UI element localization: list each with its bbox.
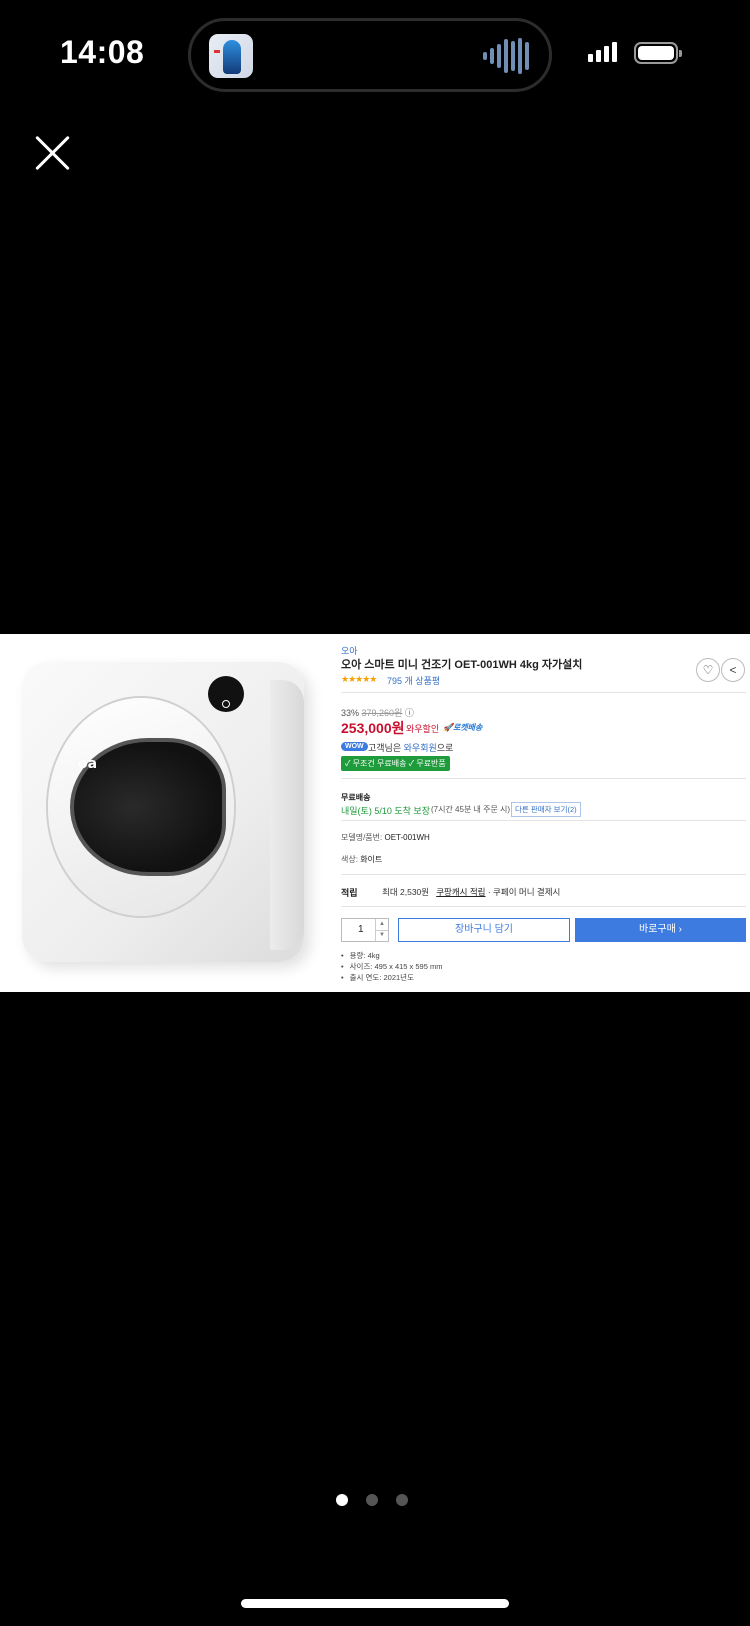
share-icon[interactable]: < (721, 658, 745, 682)
page-dot-active[interactable] (336, 1494, 348, 1506)
page-indicator[interactable] (336, 1494, 408, 1506)
quantity-value[interactable]: 1 (358, 924, 364, 935)
rocket-delivery-badge: 🚀로켓배송 (443, 723, 483, 732)
audio-waveform-icon (483, 37, 529, 75)
model-number: 모델명/품번: OET-001WH (341, 833, 430, 842)
wow-member-link[interactable]: 와우회원 (404, 743, 437, 753)
page-dot[interactable] (396, 1494, 408, 1506)
dynamic-island[interactable] (188, 18, 552, 92)
page-dot[interactable] (366, 1494, 378, 1506)
dryer-illustration: oa (22, 662, 304, 962)
status-time: 14:08 (60, 34, 145, 70)
battery-icon (634, 42, 682, 64)
spec-item: 용량: 4kg (341, 950, 442, 961)
spec-item: 사이즈: 495 x 415 x 595 mm (341, 961, 443, 972)
review-count-link[interactable]: 795 개 상품평 (387, 674, 440, 687)
wow-discount-label: 와우할인 (406, 724, 440, 734)
product-info-panel: 오아 오아 스마트 미니 건조기 OET-001WH 4kg 자가설치 ♡ < … (341, 634, 746, 992)
shared-image[interactable]: oa 오아 오아 스마트 미니 건조기 OET-001WH 4kg 자가설치 ♡… (0, 634, 750, 992)
discount-percent: 33% (341, 708, 360, 718)
add-to-cart-button[interactable]: 장바구니 담기 (398, 918, 570, 942)
spec-item: 출시 연도: 2021년도 (341, 972, 442, 983)
home-indicator[interactable] (241, 1599, 509, 1608)
coupang-cash-link[interactable]: 쿠팡캐시 적립 (436, 887, 485, 897)
buy-now-button[interactable]: 바로구매 › (575, 918, 746, 942)
shipping-heading: 무료배송 (341, 793, 371, 802)
original-price: 379,260원 (361, 708, 403, 718)
product-image: oa (0, 634, 331, 992)
sale-price: 253,000원 (341, 720, 405, 736)
product-title: 오아 스마트 미니 건조기 OET-001WH 4kg 자가설치 (341, 659, 583, 671)
rating-stars: ★★★★★ (341, 674, 377, 684)
quantity-down-button[interactable]: ▼ (375, 930, 388, 941)
wow-member-text: 고객님은 와우회원으로 (368, 743, 454, 753)
heart-icon[interactable]: ♡ (696, 658, 720, 682)
color-option: 색상: 화이트 (341, 855, 383, 864)
free-shipping-return-badge: ✓ 무조건 무료배송 ✓ 무료반품 (341, 756, 450, 771)
other-sellers-button[interactable]: 다른 판매자 보기(2) (511, 802, 581, 817)
dryer-logo: oa (78, 756, 98, 772)
album-art-thumbnail (209, 34, 253, 78)
spec-list: 용량: 4kg 사이즈: 495 x 415 x 595 mm 출시 연도: 2… (341, 950, 443, 983)
order-deadline: (7시간 45분 내 주문 시) (431, 805, 511, 814)
wow-badge: WOW (341, 742, 368, 751)
info-icon[interactable]: ⓘ (405, 708, 414, 718)
reward-heading: 적립 (341, 888, 358, 898)
cellular-signal-icon (588, 42, 617, 62)
reward-text: 최대 2,530원 쿠팡캐시 적립 · 쿠페이 머니 결제시 (382, 887, 561, 897)
arrival-date: 내일(토) 5/10 도착 보장 (341, 806, 430, 816)
quantity-stepper[interactable]: 1 ▲ ▼ (341, 918, 389, 942)
close-icon[interactable] (34, 134, 72, 172)
